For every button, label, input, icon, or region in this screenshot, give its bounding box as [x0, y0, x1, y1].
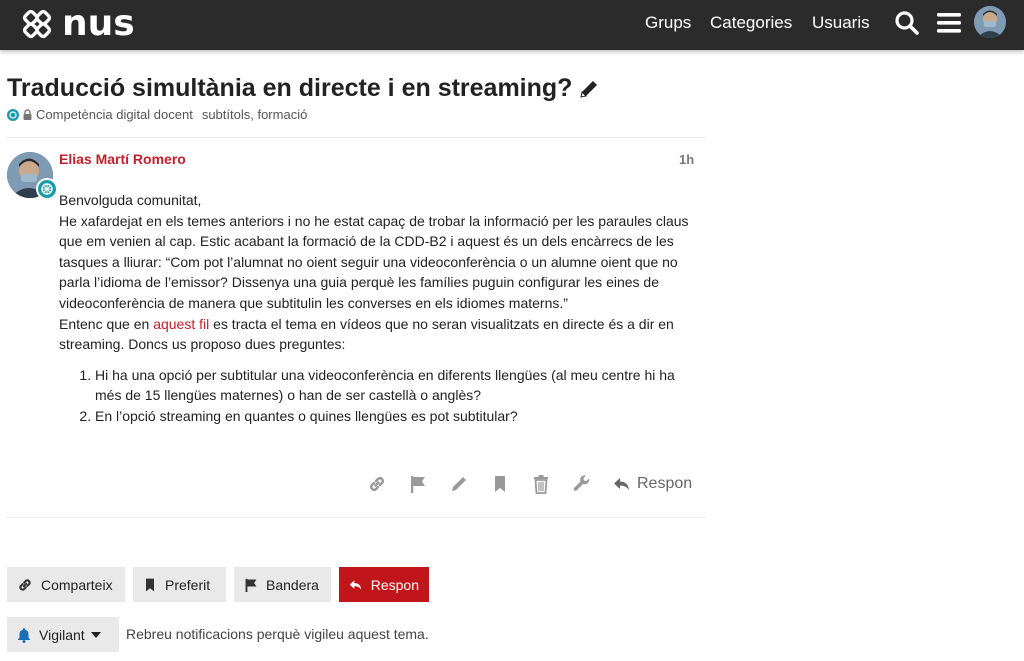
site-header: nus Grups Categories Usuaris — [0, 0, 1024, 50]
nav-categories[interactable]: Categories — [710, 0, 792, 46]
caret-down-icon — [90, 631, 101, 638]
share-label: Comparteix — [41, 576, 113, 593]
reply-label: Respon — [370, 576, 419, 593]
bookmark-icon — [146, 578, 154, 591]
reply-icon — [614, 478, 629, 490]
reply-icon — [349, 579, 362, 590]
thread-link[interactable]: aquest fil — [153, 316, 209, 332]
nav-grups[interactable]: Grups — [645, 0, 691, 46]
bookmark-icon[interactable] — [489, 473, 511, 495]
post-body: Benvolguda comunitat, He xafardejat en e… — [59, 190, 705, 427]
question-list: Hi ha una opció per subtitular una video… — [59, 365, 705, 427]
topic-title-text: Traducció simultània en directe i en str… — [7, 74, 573, 102]
edit-title-pencil-icon[interactable] — [578, 78, 600, 100]
divider — [7, 517, 705, 518]
bell-icon — [18, 627, 30, 643]
category-link[interactable]: Competència digital docent — [36, 107, 193, 122]
lock-icon — [23, 109, 32, 120]
bookmark-label: Preferit — [165, 576, 211, 593]
topic-tags[interactable]: subtítols, formació — [202, 107, 308, 122]
user-avatar[interactable] — [974, 6, 1006, 38]
flag-icon[interactable] — [407, 473, 429, 495]
list-item: Hi ha una opció per subtitular una video… — [95, 365, 705, 406]
nav-link-categories[interactable]: Categories — [710, 13, 792, 33]
wrench-icon[interactable] — [571, 473, 593, 495]
notification-level-dropdown[interactable]: Vigilant — [7, 617, 119, 652]
link-icon[interactable] — [366, 473, 388, 495]
share-button[interactable]: Comparteix — [7, 567, 125, 602]
link-icon — [19, 578, 31, 591]
nav-link-grups[interactable]: Grups — [645, 13, 691, 33]
post-author-name[interactable]: Elias Martí Romero — [59, 151, 186, 167]
user-badge-icon — [36, 178, 58, 200]
reply-button[interactable]: Respon — [339, 567, 429, 602]
post-paragraph-2: Entenc que en aquest fil es tracta el te… — [59, 314, 705, 355]
flag-icon — [245, 578, 257, 592]
topic-meta: Competència digital docent subtítols, fo… — [7, 107, 307, 122]
post-text: Entenc que en — [59, 315, 154, 332]
pencil-icon[interactable] — [448, 473, 470, 495]
flag-label: Bandera — [266, 576, 319, 593]
nus-logo-icon — [22, 9, 52, 39]
post-timestamp[interactable]: 1h — [679, 152, 694, 167]
list-item: En l’opció streaming en quantes o quines… — [95, 406, 705, 427]
site-logo[interactable]: nus — [18, 4, 135, 44]
logo-text: nus — [62, 3, 135, 44]
notification-description: Rebreu notificacions perquè vigileu aque… — [126, 626, 429, 642]
post-greeting: Benvolguda comunitat, — [59, 192, 202, 208]
search-icon[interactable] — [892, 8, 922, 38]
nav-link-usuaris[interactable]: Usuaris — [812, 13, 870, 33]
hamburger-menu-icon[interactable] — [934, 8, 964, 38]
flag-button[interactable]: Bandera — [234, 567, 331, 602]
post-reply-label: Respon — [637, 475, 693, 492]
topic-title: Traducció simultània en directe i en str… — [7, 74, 600, 103]
post-actions: Respon — [366, 472, 692, 496]
bookmark-button[interactable]: Preferit — [133, 567, 226, 602]
divider — [7, 137, 705, 138]
trash-icon[interactable] — [530, 473, 552, 495]
post-reply-button[interactable]: Respon — [613, 475, 692, 493]
watching-label: Vigilant — [39, 626, 85, 643]
category-badge-icon — [7, 108, 19, 121]
post-paragraph: He xafardejat en els temes anteriors i n… — [59, 212, 689, 311]
nav-usuaris[interactable]: Usuaris — [812, 0, 870, 46]
